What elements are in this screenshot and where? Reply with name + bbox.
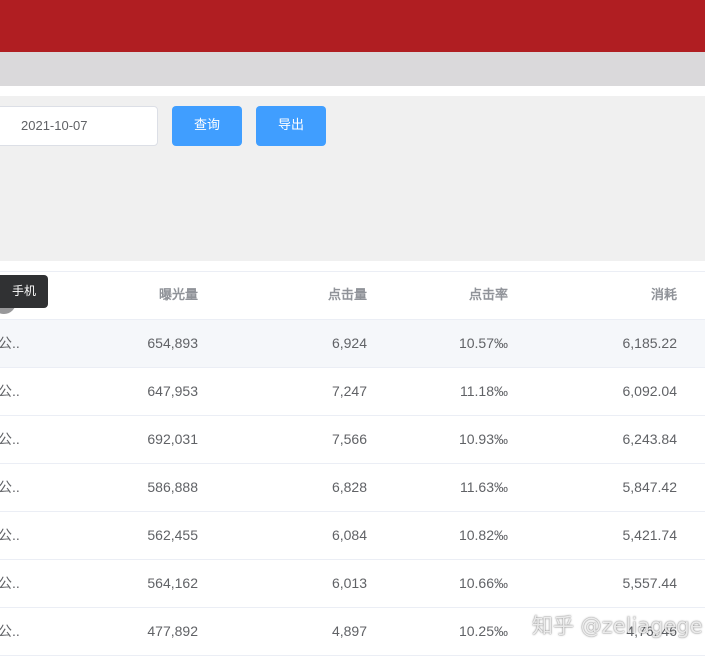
table-row[interactable]: 公... 654,893 6,924 10.57‰ 6,185.22	[0, 320, 705, 368]
cell-name: 公...	[0, 335, 20, 351]
watermark: 知乎 @zeliagege	[532, 614, 703, 638]
data-table: 曝光量 点击量 点击率 消耗 公... 654,893 6,924 10.57‰…	[0, 271, 705, 656]
tooltip: 手机	[0, 275, 48, 308]
cell-impressions: 647,953	[147, 383, 198, 399]
table-row[interactable]: 公... 562,455 6,084 10.82‰ 5,421.74	[0, 512, 705, 560]
table-row[interactable]: 公... 564,162 6,013 10.66‰ 5,557.44	[0, 560, 705, 608]
cell-name: 公...	[0, 383, 20, 399]
cell-clicks: 6,013	[331, 575, 367, 591]
table-header-row: 曝光量 点击量 点击率 消耗	[0, 272, 705, 320]
header-cell-cost[interactable]: 消耗	[540, 272, 677, 319]
filter-panel: 2021-10-07 查询 导出	[0, 96, 705, 261]
cell-impressions: 586,888	[147, 479, 198, 495]
cell-ctr: 11.18‰	[460, 383, 508, 399]
cell-impressions: 564,162	[147, 575, 198, 591]
table-row[interactable]: 公... 692,031 7,566 10.93‰ 6,243.84	[0, 416, 705, 464]
cell-clicks: 6,084	[331, 527, 367, 543]
cell-cost: 5,557.44	[622, 575, 678, 591]
cell-clicks: 7,247	[331, 383, 367, 399]
cell-name: 公...	[0, 575, 20, 591]
cell-ctr: 10.57‰	[458, 335, 508, 351]
cell-name: 公...	[0, 431, 20, 447]
cell-clicks: 6,828	[331, 479, 367, 495]
cell-name: 公...	[0, 527, 20, 543]
cell-ctr: 11.63‰	[460, 479, 508, 495]
cell-cost: 6,092.04	[622, 383, 678, 399]
cell-ctr: 10.82‰	[458, 527, 508, 543]
table-row[interactable]: 公... 647,953 7,247 11.18‰ 6,092.04	[0, 368, 705, 416]
cell-clicks: 4,897	[331, 623, 367, 639]
export-button[interactable]: 导出	[256, 106, 326, 146]
date-input[interactable]: 2021-10-07	[0, 106, 158, 146]
cell-cost: 5,421.74	[622, 527, 678, 543]
cell-cost: 6,185.22	[622, 335, 678, 351]
cell-impressions: 562,455	[147, 527, 198, 543]
cell-cost: 5,847.42	[622, 479, 678, 495]
cell-clicks: 7,566	[331, 431, 367, 447]
cell-impressions: 477,892	[147, 623, 198, 639]
cell-name: 公...	[0, 623, 20, 639]
top-header-bar	[0, 0, 705, 52]
cell-ctr: 10.66‰	[458, 575, 508, 591]
table-row[interactable]: 公... 586,888 6,828 11.63‰ 5,847.42	[0, 464, 705, 512]
tab-bar	[0, 52, 705, 86]
query-button[interactable]: 查询	[172, 106, 242, 146]
cell-impressions: 654,893	[147, 335, 198, 351]
cell-clicks: 6,924	[331, 335, 367, 351]
cell-ctr: 10.25‰	[458, 623, 508, 639]
header-cell-ctr[interactable]: 点击率	[380, 272, 508, 319]
cell-impressions: 692,031	[147, 431, 198, 447]
cell-name: 公...	[0, 479, 20, 495]
cell-cost: 6,243.84	[622, 431, 678, 447]
header-cell-impressions[interactable]: 曝光量	[60, 272, 198, 319]
cell-ctr: 10.93‰	[458, 431, 508, 447]
header-cell-clicks[interactable]: 点击量	[230, 272, 367, 319]
